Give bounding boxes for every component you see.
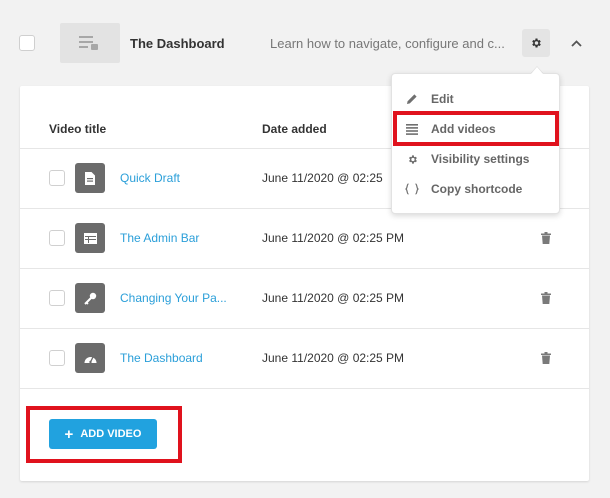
menu-item-label: Edit [431,92,454,106]
table-row: The Dashboard June 11/2020 @ 02:25 PM [20,328,589,388]
gear-icon [532,38,541,48]
settings-button[interactable] [522,29,550,57]
menu-item-copy-shortcode[interactable]: Copy shortcode [392,174,561,204]
row-checkbox[interactable] [49,290,65,306]
pencil-icon [405,91,419,107]
collapse-button[interactable] [566,34,586,52]
key-icon [75,283,105,313]
menu-item-label: Copy shortcode [431,182,523,196]
trash-icon [541,352,551,364]
video-date: June 11/2020 @ 02:25 PM [262,231,405,245]
row-checkbox[interactable] [49,170,65,186]
gauge-icon [75,343,105,373]
video-title-link[interactable]: The Dashboard [120,351,203,365]
menu-pointer-fill [531,67,543,74]
chevron-up-icon [570,39,582,47]
table-icon [75,223,105,253]
video-title-link[interactable]: The Admin Bar [120,231,199,245]
delete-button[interactable] [538,230,554,246]
video-title-link[interactable]: Changing Your Pa... [120,291,227,305]
menu-item-visibility-settings[interactable]: Visibility settings [392,144,561,174]
table-row: Changing Your Pa... June 11/2020 @ 02:25… [20,268,589,328]
menu-item-label: Visibility settings [431,152,530,166]
document-icon [75,163,105,193]
video-title-link[interactable]: Quick Draft [120,171,180,185]
delete-button[interactable] [538,290,554,306]
gear-icon [405,151,419,167]
row-checkbox[interactable] [49,230,65,246]
braces-icon [405,181,419,197]
highlight-box [26,406,182,463]
column-header-date: Date added [262,122,327,136]
delete-button[interactable] [538,350,554,366]
table-row: The Admin Bar June 11/2020 @ 02:25 PM [20,208,589,268]
video-date: June 11/2020 @ 02:25 PM [262,351,405,365]
video-date: June 11/2020 @ 02:25 [262,171,383,185]
highlight-box [393,111,559,146]
column-header-title: Video title [49,122,107,136]
playlist-icon [79,36,98,50]
divider [20,388,589,389]
playlist-thumbnail [60,23,120,63]
menu-item-edit[interactable]: Edit [392,84,561,114]
trash-icon [541,232,551,244]
playlist-checkbox[interactable] [19,35,35,51]
video-date: June 11/2020 @ 02:25 PM [262,291,405,305]
playlist-title: The Dashboard [130,36,225,51]
trash-icon [541,292,551,304]
playlist-description: Learn how to navigate, configure and c..… [270,36,505,51]
row-checkbox[interactable] [49,350,65,366]
